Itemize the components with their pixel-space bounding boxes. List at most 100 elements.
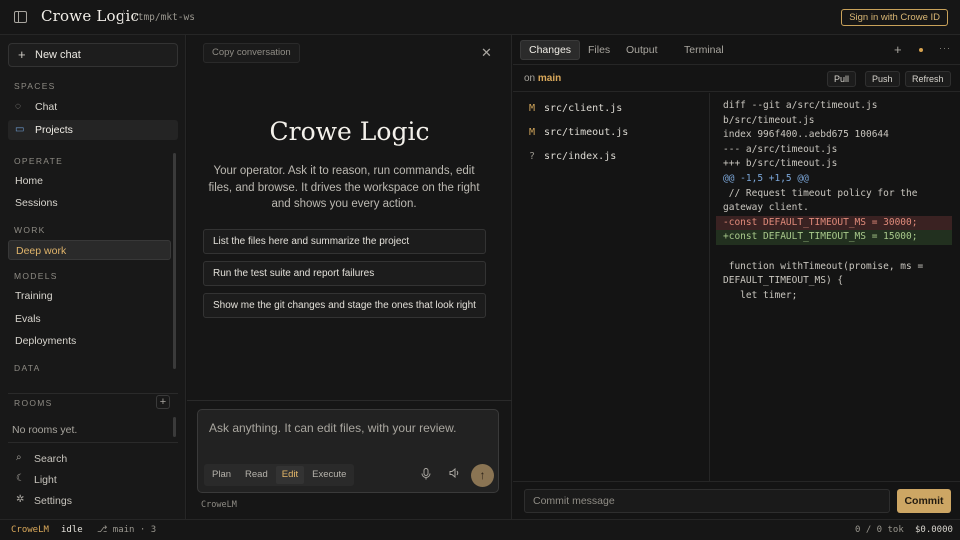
diff-line: +++ b/src/timeout.js bbox=[723, 158, 838, 170]
branch-indicator: on main bbox=[524, 73, 561, 84]
settings-label: Settings bbox=[34, 495, 72, 507]
chat-bubble-icon: ◌ bbox=[15, 101, 21, 112]
theme-toggle-button[interactable]: ☾ Light bbox=[16, 473, 57, 486]
model-label: CroweLM bbox=[201, 500, 237, 510]
new-chat-label: New chat bbox=[35, 49, 81, 61]
more-icon[interactable]: ··· bbox=[939, 43, 951, 53]
top-bar: Crowe Logic /tmp/mkt-ws Sign in with Cro… bbox=[0, 0, 960, 35]
refresh-button[interactable]: Refresh bbox=[905, 71, 951, 87]
diff-line: @@ -1,5 +1,5 @@ bbox=[723, 172, 809, 184]
diff-line: b/src/timeout.js bbox=[723, 114, 815, 126]
message-input[interactable]: Ask anything. It can edit files, with yo… bbox=[209, 421, 456, 435]
diff-line: index 996f400..aebd675 100644 bbox=[723, 129, 889, 141]
sidebar-item-projects[interactable]: ▭ Projects bbox=[8, 120, 178, 140]
folder-icon: ▭ bbox=[15, 124, 25, 135]
list-item[interactable]: Msrc/timeout.js bbox=[529, 127, 628, 138]
diff-line: DEFAULT_TIMEOUT_MS) { bbox=[723, 275, 844, 287]
tab-output[interactable]: Output bbox=[626, 40, 658, 60]
intro-text: Your operator. Ask it to reason, run com… bbox=[208, 165, 480, 210]
file-path: src/index.js bbox=[544, 151, 617, 162]
divider bbox=[187, 400, 512, 401]
settings-button[interactable]: ✲ Settings bbox=[16, 494, 72, 507]
status-dot bbox=[919, 48, 923, 52]
sidebar-toggle-icon[interactable] bbox=[14, 11, 27, 23]
sidebar-item-home[interactable]: Home bbox=[8, 171, 170, 191]
theme-label: Light bbox=[34, 474, 57, 486]
rooms-scrollbar[interactable] bbox=[173, 417, 176, 437]
status-branch: ⎇ main · 3 bbox=[97, 525, 157, 535]
sign-in-button[interactable]: Sign in with Crowe ID bbox=[841, 9, 948, 26]
diff-line: let timer; bbox=[723, 289, 798, 301]
gear-icon: ✲ bbox=[16, 494, 25, 505]
new-chat-button[interactable]: + New chat bbox=[8, 43, 178, 67]
push-button[interactable]: Push bbox=[865, 71, 900, 87]
rooms-empty-text: No rooms yet. bbox=[12, 424, 78, 436]
tab-files[interactable]: Files bbox=[588, 40, 610, 60]
section-rooms: ROOMS bbox=[14, 398, 53, 408]
suggestion-button[interactable]: Run the test suite and report failures bbox=[203, 261, 486, 286]
diff-line: --- a/src/timeout.js bbox=[723, 143, 838, 155]
tab-terminal[interactable]: Terminal bbox=[684, 40, 724, 60]
workspace-path: /tmp/mkt-ws bbox=[123, 10, 195, 24]
file-path: src/timeout.js bbox=[544, 127, 629, 138]
sidebar-item-chat[interactable]: ◌ Chat bbox=[8, 97, 170, 117]
list-item[interactable]: ? src/index.js bbox=[529, 151, 616, 162]
commit-button[interactable]: Commit bbox=[897, 489, 951, 513]
file-path: src/client.js bbox=[544, 103, 623, 114]
sidebar-item-evals[interactable]: Evals bbox=[8, 309, 170, 329]
status-bar: CroweLM idle ⎇ main · 3 0 / 0 tok $0.000… bbox=[0, 519, 960, 540]
token-count: 0 / 0 tok bbox=[855, 525, 904, 535]
speaker-icon[interactable] bbox=[447, 467, 461, 482]
search-button[interactable]: ⌕ Search bbox=[16, 452, 68, 465]
add-room-button[interactable]: + bbox=[156, 395, 170, 409]
arrow-up-icon: ↑ bbox=[479, 468, 486, 482]
mode-read[interactable]: Read bbox=[239, 466, 274, 484]
tab-changes[interactable]: Changes bbox=[520, 40, 581, 60]
sidebar-item-label: Projects bbox=[35, 124, 73, 136]
plus-icon: + bbox=[18, 47, 26, 62]
diff-line: // Request timeout policy for the bbox=[723, 187, 918, 199]
pull-button[interactable]: Pull bbox=[827, 71, 857, 87]
diff-view: diff --git a/src/timeout.js b/src/timeout… bbox=[716, 99, 952, 303]
changed-files-list: Msrc/client.js Msrc/timeout.js ? src/inde… bbox=[513, 93, 710, 481]
commit-message-input[interactable]: Commit message bbox=[524, 489, 890, 513]
section-models: MODELS bbox=[14, 271, 58, 281]
add-tab-button[interactable]: + bbox=[894, 42, 902, 57]
list-item[interactable]: Msrc/client.js bbox=[529, 103, 622, 114]
close-icon[interactable]: ✕ bbox=[481, 45, 492, 61]
sidebar-item-deep-work[interactable]: Deep work bbox=[8, 240, 171, 260]
sidebar-item-deployments[interactable]: Deployments bbox=[8, 331, 170, 351]
section-spaces: SPACES bbox=[14, 81, 56, 91]
moon-icon: ☾ bbox=[16, 473, 25, 484]
suggestion-button[interactable]: List the files here and summarize the pr… bbox=[203, 229, 486, 254]
section-work: WORK bbox=[14, 225, 46, 235]
suggestion-button[interactable]: Show me the git changes and stage the on… bbox=[203, 293, 486, 318]
mode-execute[interactable]: Execute bbox=[306, 466, 352, 484]
section-operate: OPERATE bbox=[14, 156, 64, 166]
mode-plan[interactable]: Plan bbox=[206, 466, 237, 484]
composer: Ask anything. It can edit files, with yo… bbox=[197, 409, 499, 493]
brand-logo: Crowe Logic bbox=[41, 7, 140, 25]
send-button[interactable]: ↑ bbox=[471, 464, 494, 487]
file-status: ? bbox=[529, 151, 536, 162]
sidebar-scrollbar[interactable] bbox=[173, 153, 176, 369]
status-model: CroweLM bbox=[11, 525, 49, 535]
mode-edit[interactable]: Edit bbox=[275, 466, 305, 484]
sidebar-item-label: Chat bbox=[35, 101, 58, 113]
search-label: Search bbox=[34, 453, 68, 465]
diff-line: -const DEFAULT_TIMEOUT_MS = 30000; bbox=[716, 215, 952, 231]
diff-line: gateway client. bbox=[723, 202, 809, 214]
diff-line: +const DEFAULT_TIMEOUT_MS = 15000; bbox=[716, 230, 952, 245]
microphone-icon[interactable] bbox=[419, 468, 433, 482]
file-status: M bbox=[529, 127, 536, 138]
cost: $0.0000 bbox=[915, 525, 953, 535]
copy-conversation-button[interactable]: Copy conversation bbox=[203, 43, 300, 63]
chat-panel: Copy conversation ✕ Crowe Logic Your ope… bbox=[187, 35, 512, 519]
sidebar-item-training[interactable]: Training bbox=[8, 286, 170, 306]
search-icon: ⌕ bbox=[16, 452, 22, 463]
file-status: M bbox=[529, 103, 536, 114]
diff-line: function withTimeout(promise, ms = bbox=[723, 260, 924, 272]
branch-prefix: on bbox=[524, 73, 536, 84]
status-state: idle bbox=[61, 525, 83, 535]
sidebar-item-sessions[interactable]: Sessions bbox=[8, 193, 170, 213]
